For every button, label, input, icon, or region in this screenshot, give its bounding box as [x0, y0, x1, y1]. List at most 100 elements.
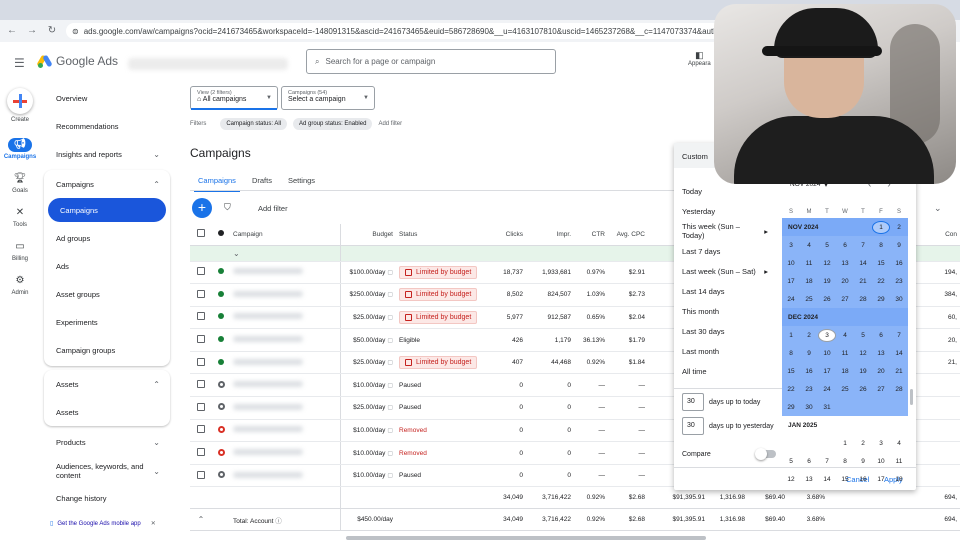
nav-ads[interactable]: Ads [44, 252, 172, 280]
status-dot[interactable] [212, 283, 230, 307]
calendar-day[interactable]: 13 [872, 350, 890, 357]
row-checkbox[interactable] [190, 419, 212, 443]
calendar-day[interactable]: 5 [818, 242, 836, 249]
add-filter-button[interactable]: Add filter [258, 204, 288, 213]
calendar-day[interactable]: 26 [818, 296, 836, 303]
preset-item[interactable]: Last 30 days [674, 321, 780, 341]
calendar-day[interactable]: 9 [854, 458, 872, 465]
preset-item[interactable]: Today [674, 181, 780, 201]
calendar-day[interactable]: 6 [836, 242, 854, 249]
calendar-day[interactable]: 22 [782, 386, 800, 393]
status-dot[interactable] [212, 419, 230, 443]
view-selector[interactable]: View (2 filters) ⌂ All campaigns ▼ [190, 86, 278, 110]
calendar-day[interactable]: 15 [782, 368, 800, 375]
row-checkbox[interactable] [190, 306, 212, 330]
budget-edit-icon[interactable]: ▢ [387, 473, 393, 479]
calendar-day[interactable]: 2 [854, 440, 872, 447]
calendar-day[interactable]: 8 [782, 350, 800, 357]
campaign-name[interactable] [230, 419, 341, 443]
row-checkbox[interactable] [190, 283, 212, 307]
calendar-day[interactable]: 7 [818, 458, 836, 465]
nav-recommendations[interactable]: Recommendations [44, 112, 172, 140]
address-bar[interactable]: ⊜ ads.google.com/aw/campaigns?ocid=24167… [66, 23, 766, 39]
calendar-day[interactable]: 18 [836, 368, 854, 375]
calendar-day[interactable]: 2 [800, 332, 818, 339]
back-icon[interactable]: ← [6, 25, 18, 37]
campaign-name[interactable] [230, 261, 341, 285]
budget-cell[interactable]: $10.00/day ▢ [340, 419, 396, 443]
campaign-name[interactable] [230, 283, 341, 307]
nav-experiments[interactable]: Experiments [44, 308, 172, 336]
calendar-day[interactable]: 23 [890, 278, 908, 285]
budget-edit-icon[interactable]: ▢ [387, 428, 393, 434]
preset-item[interactable]: Last week (Sun – Sat) ▸ [674, 261, 780, 281]
budget-cell[interactable]: $10.00/day ▢ [340, 464, 396, 488]
calendar-day[interactable]: 10 [782, 260, 800, 267]
row-checkbox[interactable] [190, 261, 212, 285]
calendar-day[interactable]: 24 [782, 296, 800, 303]
calendar-day[interactable]: 24 [818, 386, 836, 393]
calendar-day[interactable]: 5 [782, 458, 800, 465]
status-dot[interactable] [212, 373, 230, 398]
budget-cell[interactable]: $50.00/day ▢ [340, 328, 396, 352]
limited-budget-badge[interactable]: Limited by budget [399, 288, 478, 302]
calendar-day[interactable]: 6 [872, 332, 890, 339]
campaign-name[interactable] [230, 373, 341, 398]
calendar-day[interactable]: 17 [818, 368, 836, 375]
limited-budget-badge[interactable]: Limited by budget [399, 356, 478, 370]
status-dot[interactable] [212, 328, 230, 352]
nav-overview[interactable]: Overview [44, 84, 172, 112]
budget-cell[interactable]: $10.00/day ▢ [340, 373, 396, 398]
create-button[interactable]: Create [0, 88, 40, 123]
add-campaign-button[interactable]: + [192, 198, 212, 218]
budget-edit-icon[interactable]: ▢ [387, 338, 393, 344]
select-all-checkbox[interactable] [190, 224, 212, 246]
search-input[interactable]: ⌕ Search for a page or campaign [306, 49, 556, 74]
row-checkbox[interactable] [190, 328, 212, 352]
budget-edit-icon[interactable]: ▢ [387, 315, 393, 321]
calendar-day[interactable]: 13 [836, 260, 854, 267]
calendar-day[interactable]: 3 [782, 242, 800, 249]
preset-item[interactable]: Last month [674, 341, 780, 361]
calendar-day[interactable]: 27 [836, 296, 854, 303]
nav-assets[interactable]: Assets [44, 398, 172, 426]
calendar-day[interactable]: 14 [854, 260, 872, 267]
calendar-day[interactable]: 15 [872, 260, 890, 267]
calendar-day[interactable]: 26 [854, 386, 872, 393]
site-info-icon[interactable]: ⊜ [72, 27, 79, 36]
expand-chevron-icon[interactable]: ⌄ [934, 203, 942, 214]
calendar-scrollbar[interactable] [910, 389, 913, 405]
calendar-day[interactable]: 21 [890, 368, 908, 375]
calendar-day[interactable]: 4 [800, 242, 818, 249]
rail-goals[interactable]: 🏆︎ Goals [0, 172, 40, 194]
nav-campaign-groups[interactable]: Campaign groups [44, 336, 172, 364]
calendar-day[interactable]: 30 [800, 404, 818, 411]
budget-cell[interactable]: $25.00/day ▢ [340, 351, 396, 375]
row-checkbox[interactable] [190, 441, 212, 465]
preset-item[interactable]: Yesterday [674, 201, 780, 221]
rail-billing[interactable]: ▭ Billing [0, 240, 40, 262]
col-status[interactable]: Status [396, 224, 486, 246]
forward-icon[interactable]: → [26, 25, 38, 37]
calendar-day[interactable]: 12 [782, 476, 800, 483]
horizontal-scrollbar[interactable] [346, 536, 706, 540]
calendar-day[interactable]: 18 [800, 278, 818, 285]
tab-campaigns[interactable]: Campaigns [194, 176, 240, 192]
days-to-today-input[interactable]: 30 [682, 393, 704, 411]
calendar-day[interactable]: 16 [800, 368, 818, 375]
calendar-day[interactable]: 22 [872, 278, 890, 285]
compare-toggle[interactable] [755, 448, 776, 460]
row-checkbox[interactable] [190, 464, 212, 488]
appearance-button[interactable]: ◧ Appeara [688, 50, 711, 67]
tab-drafts[interactable]: Drafts [252, 176, 272, 185]
calendar-day[interactable]: 28 [854, 296, 872, 303]
total-expand[interactable]: ⌃ [190, 508, 212, 532]
tab-settings[interactable]: Settings [288, 176, 315, 185]
filter-icon[interactable]: ⛉ [224, 202, 231, 213]
status-dot[interactable] [212, 396, 230, 420]
calendar-day[interactable]: 29 [872, 296, 890, 303]
calendar-day[interactable]: 21 [854, 278, 872, 285]
budget-edit-icon[interactable]: ▢ [387, 360, 393, 366]
calendar-day[interactable]: 18 [890, 476, 908, 483]
preset-item[interactable]: This week (Sun – Today) ▸ [674, 221, 780, 241]
